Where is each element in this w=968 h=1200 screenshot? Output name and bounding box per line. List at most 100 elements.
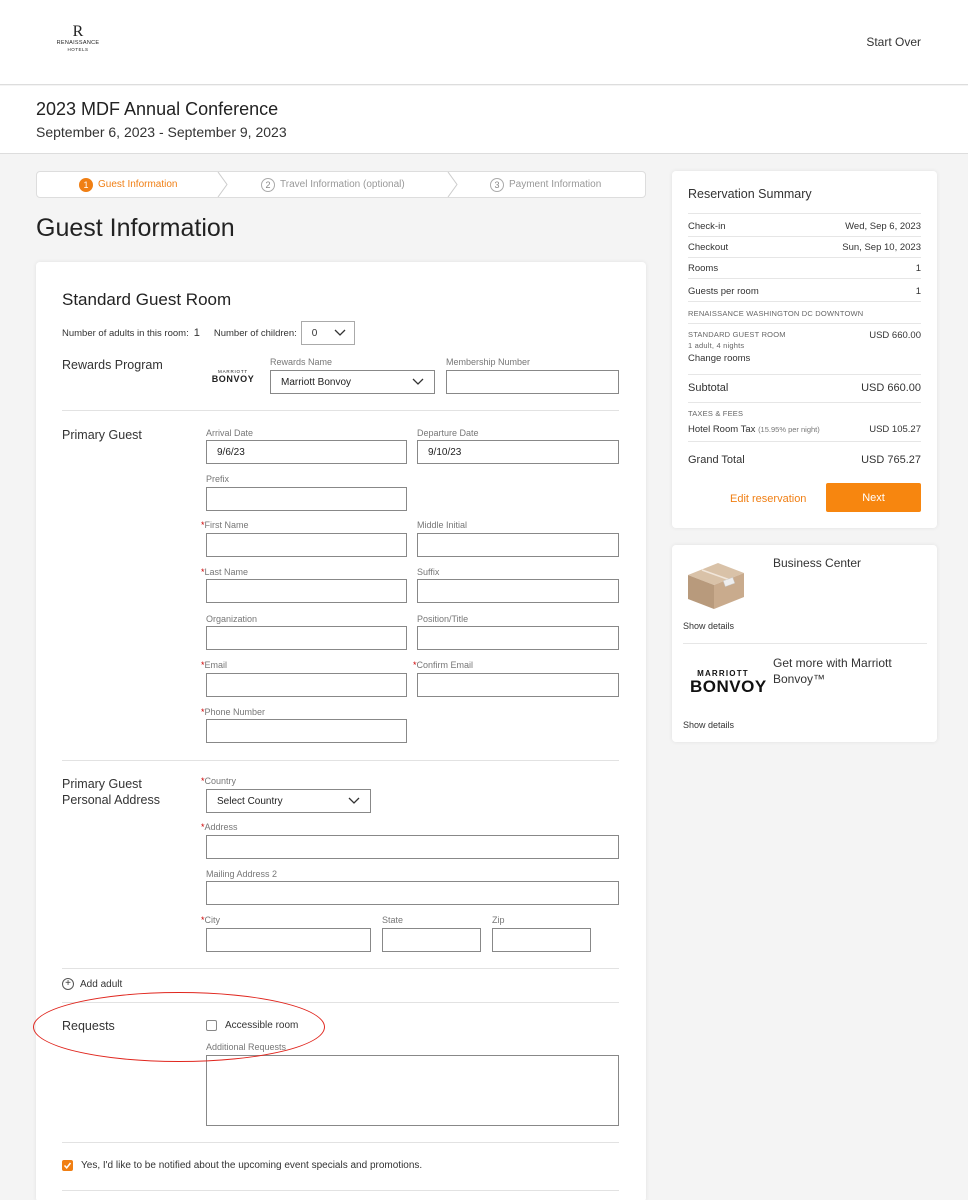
personal-address-section-label: Primary Guest Personal Address xyxy=(62,776,160,808)
step-payment-information[interactable]: 3 Payment Information xyxy=(490,172,601,197)
suffix-input[interactable] xyxy=(417,579,619,603)
show-details-link[interactable]: Show details xyxy=(683,621,734,631)
plus-circle-icon: + xyxy=(62,978,74,990)
last-name-label: *Last Name xyxy=(201,567,249,577)
rewards-name-label: Rewards Name xyxy=(270,357,333,367)
add-adult-button[interactable]: + Add adult xyxy=(62,978,122,990)
tax-row: Hotel Room Tax (15.95% per night) USD 10… xyxy=(688,424,921,435)
confirm-email-input[interactable] xyxy=(417,673,619,697)
confirm-email-label: *Confirm Email xyxy=(413,660,474,670)
summary-divider xyxy=(688,301,921,302)
state-label: State xyxy=(382,915,404,925)
position-title-input[interactable] xyxy=(417,626,619,650)
email-input[interactable] xyxy=(206,673,407,697)
guest-form-card: Standard Guest Room Number of adults in … xyxy=(36,262,646,1200)
logo-name: RENAISSANCE xyxy=(56,40,100,46)
show-details-link[interactable]: Show details xyxy=(683,720,734,730)
additional-requests-textarea[interactable] xyxy=(206,1055,619,1126)
country-value: Select Country xyxy=(217,795,283,807)
address-input[interactable] xyxy=(206,835,619,859)
summary-divider xyxy=(688,236,921,237)
room-price-row: STANDARD GUEST ROOM USD 660.00 xyxy=(688,330,921,341)
change-rooms-link[interactable]: Change rooms xyxy=(688,353,750,364)
step-number: 3 xyxy=(490,177,504,192)
membership-number-input[interactable] xyxy=(446,370,619,394)
checkin-value: Wed, Sep 6, 2023 xyxy=(845,221,921,232)
zip-label: Zip xyxy=(492,915,505,925)
hotel-name: RENAISSANCE WASHINGTON DC DOWNTOWN xyxy=(688,309,864,318)
last-name-input[interactable] xyxy=(206,579,407,603)
notify-option[interactable]: Yes, I'd like to be notified about the u… xyxy=(62,1160,422,1171)
arrival-date-label: Arrival Date xyxy=(206,428,254,438)
step-separator-icon xyxy=(217,172,228,197)
first-name-label: *First Name xyxy=(201,520,249,530)
rewards-name-value: Marriott Bonvoy xyxy=(281,376,352,388)
country-select[interactable]: Select Country xyxy=(206,789,371,813)
rewards-section-label: Rewards Program xyxy=(62,358,163,372)
rooms-row: Rooms 1 xyxy=(688,263,921,274)
logo-letter: R xyxy=(72,23,84,40)
step-label: Travel Information (optional) xyxy=(280,179,405,190)
country-label: *Country xyxy=(201,776,237,786)
arrival-date-input[interactable]: 9/6/23 xyxy=(206,440,407,464)
mailing-address-2-input[interactable] xyxy=(206,881,619,905)
checkout-row: Checkout Sun, Sep 10, 2023 xyxy=(688,242,921,253)
step-label: Guest Information xyxy=(98,179,178,190)
grand-total-label: Grand Total xyxy=(688,454,745,466)
checkmark-icon xyxy=(63,1162,72,1169)
mailing-address-2-label: Mailing Address 2 xyxy=(206,869,278,879)
zip-input[interactable] xyxy=(492,928,591,952)
suffix-label: Suffix xyxy=(417,567,440,577)
city-input[interactable] xyxy=(206,928,371,952)
guests-per-room-value: 1 xyxy=(915,286,921,297)
position-title-label: Position/Title xyxy=(417,614,469,624)
section-label-line-2: Personal Address xyxy=(62,793,160,807)
state-input[interactable] xyxy=(382,928,481,952)
step-travel-information[interactable]: 2 Travel Information (optional) xyxy=(261,172,405,197)
middle-initial-label: Middle Initial xyxy=(417,520,468,530)
rewards-name-select[interactable]: Marriott Bonvoy xyxy=(270,370,435,394)
accessible-room-option[interactable]: Accessible room xyxy=(206,1020,298,1031)
marriott-bonvoy-logo: MARRIOTT BONVOY xyxy=(210,369,256,384)
summary-title: Reservation Summary xyxy=(688,187,812,201)
guests-per-room-row: Guests per room 1 xyxy=(688,286,921,297)
logo-big-text: BONVOY xyxy=(690,677,767,696)
chevron-down-icon xyxy=(348,797,360,804)
section-divider xyxy=(62,968,619,969)
marriott-bonvoy-logo: MARRIOTT BONVOY xyxy=(690,669,767,696)
accessible-room-checkbox[interactable] xyxy=(206,1020,217,1031)
event-dates: September 6, 2023 - September 9, 2023 xyxy=(36,124,287,140)
start-over-link[interactable]: Start Over xyxy=(866,35,921,49)
page-heading: Guest Information xyxy=(36,214,235,242)
first-name-input[interactable] xyxy=(206,533,407,557)
renaissance-hotels-logo[interactable]: R RENAISSANCE HOTELS xyxy=(52,24,104,53)
membership-number-label: Membership Number xyxy=(446,357,531,367)
departure-date-label: Departure Date xyxy=(417,428,479,438)
section-divider xyxy=(62,1190,619,1191)
edit-reservation-link[interactable]: Edit reservation xyxy=(730,493,806,505)
step-guest-information[interactable]: 1 Guest Information xyxy=(79,172,177,197)
organization-label: Organization xyxy=(206,614,258,624)
next-button[interactable]: Next xyxy=(826,483,921,512)
primary-guest-section-label: Primary Guest xyxy=(62,428,142,442)
gift-box-icon xyxy=(688,563,744,609)
summary-divider xyxy=(688,441,921,442)
city-label: *City xyxy=(201,915,221,925)
children-select[interactable]: 0 xyxy=(300,321,355,345)
promo-title: Get more with Marriott Bonvoy™ xyxy=(773,656,892,686)
departure-date-input[interactable]: 9/10/23 xyxy=(417,440,619,464)
accessible-room-label: Accessible room xyxy=(225,1020,299,1031)
prefix-label: Prefix xyxy=(206,474,230,484)
organization-input[interactable] xyxy=(206,626,407,650)
step-number: 2 xyxy=(261,177,275,192)
prefix-input[interactable] xyxy=(206,487,407,511)
section-divider xyxy=(62,410,619,411)
tax-label: Hotel Room Tax xyxy=(688,424,756,435)
middle-initial-input[interactable] xyxy=(417,533,619,557)
adults-label: Number of adults in this room: xyxy=(62,327,189,339)
room-type: STANDARD GUEST ROOM xyxy=(688,330,786,339)
event-title: 2023 MDF Annual Conference xyxy=(36,99,279,119)
phone-number-input[interactable] xyxy=(206,719,407,743)
children-value: 0 xyxy=(311,327,318,339)
notify-checkbox[interactable] xyxy=(62,1160,73,1171)
